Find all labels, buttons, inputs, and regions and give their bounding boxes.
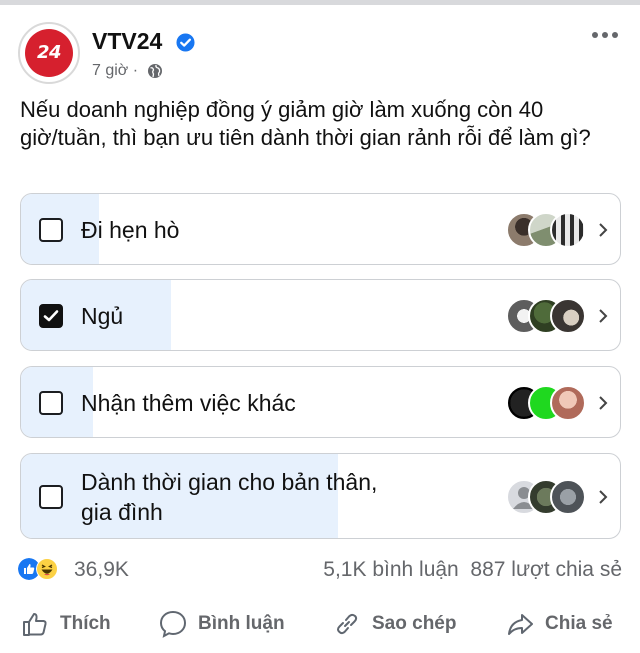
poll-option-label-line1: Dành thời gian cho bản thân, (81, 469, 378, 495)
voter-avatars[interactable] (506, 212, 586, 248)
checkbox-icon[interactable] (39, 391, 63, 415)
checkbox-icon[interactable] (39, 485, 63, 509)
checkbox-icon[interactable] (39, 304, 63, 328)
post-header: 24 VTV24 7 giờ · (0, 22, 640, 86)
comment-share-counts: 5,1K bình luận 887 lượt chia sẻ (323, 558, 622, 582)
meta-separator: · (132, 62, 139, 79)
like-label: Thích (60, 613, 111, 634)
top-divider (0, 0, 640, 5)
poll-option-label: Dành thời gian cho bản thân, gia đình (81, 467, 377, 527)
post-time[interactable]: 7 giờ (92, 62, 128, 79)
action-bar: Thích Bình luận Sao chép Chia sẻ (0, 606, 640, 646)
more-options-icon[interactable] (590, 28, 620, 42)
like-button[interactable]: Thích (20, 606, 111, 642)
comment-label: Bình luận (198, 613, 285, 634)
globe-icon (147, 63, 162, 78)
poll-option-di-hen-ho[interactable]: Đi hẹn hò (20, 193, 621, 265)
page-name[interactable]: VTV24 (92, 28, 162, 55)
poll-option-label: Nhận thêm việc khác (81, 390, 296, 416)
share-label: Chia sẻ (545, 613, 613, 634)
haha-reaction-icon[interactable] (36, 558, 58, 580)
chevron-right-icon[interactable] (596, 488, 610, 506)
comment-button[interactable]: Bình luận (158, 606, 285, 642)
post-stats: 36,9K 5,1K bình luận 887 lượt chia sẻ (18, 556, 622, 586)
page-avatar[interactable]: 24 (18, 22, 80, 84)
checkbox-icon[interactable] (39, 218, 63, 242)
thumbs-up-icon (23, 613, 47, 636)
poll-option-label-line2: gia đình (81, 499, 163, 525)
voter-avatar (550, 479, 586, 515)
voter-avatars[interactable] (506, 479, 586, 515)
reaction-count[interactable]: 36,9K (74, 558, 129, 582)
comment-bubble-icon (159, 610, 187, 638)
share-count[interactable]: 887 lượt chia sẻ (470, 558, 622, 581)
chevron-right-icon[interactable] (596, 307, 610, 325)
poll-option-label: Ngủ (81, 303, 124, 329)
voter-avatar (550, 298, 586, 334)
share-arrow-icon (508, 614, 533, 635)
voter-avatars[interactable] (506, 385, 586, 421)
link-icon (337, 613, 358, 635)
chevron-right-icon[interactable] (596, 394, 610, 412)
verified-badge-icon (176, 33, 195, 52)
poll-option-ngu[interactable]: Ngủ (20, 279, 621, 351)
post-text: Nếu doanh nghiệp đồng ý giảm giờ làm xuố… (20, 97, 591, 150)
voter-avatar (550, 385, 586, 421)
copy-label: Sao chép (372, 613, 457, 634)
avatar-logo: 24 (25, 29, 73, 77)
copy-link-button[interactable]: Sao chép (332, 606, 456, 642)
poll-option-danh-thoi-gian-cho-ban-than[interactable]: Dành thời gian cho bản thân, gia đình (20, 453, 621, 539)
post-meta: 7 giờ · (92, 62, 163, 80)
voter-avatars[interactable] (506, 298, 586, 334)
poll-option-label: Đi hẹn hò (81, 217, 180, 243)
comment-count[interactable]: 5,1K bình luận (323, 558, 458, 581)
voter-avatar (550, 212, 586, 248)
avatar-logo-text: 24 (36, 42, 62, 63)
share-button[interactable]: Chia sẻ (505, 606, 613, 642)
chevron-right-icon[interactable] (596, 221, 610, 239)
poll-option-nhan-them-viec-khac[interactable]: Nhận thêm việc khác (20, 366, 621, 438)
